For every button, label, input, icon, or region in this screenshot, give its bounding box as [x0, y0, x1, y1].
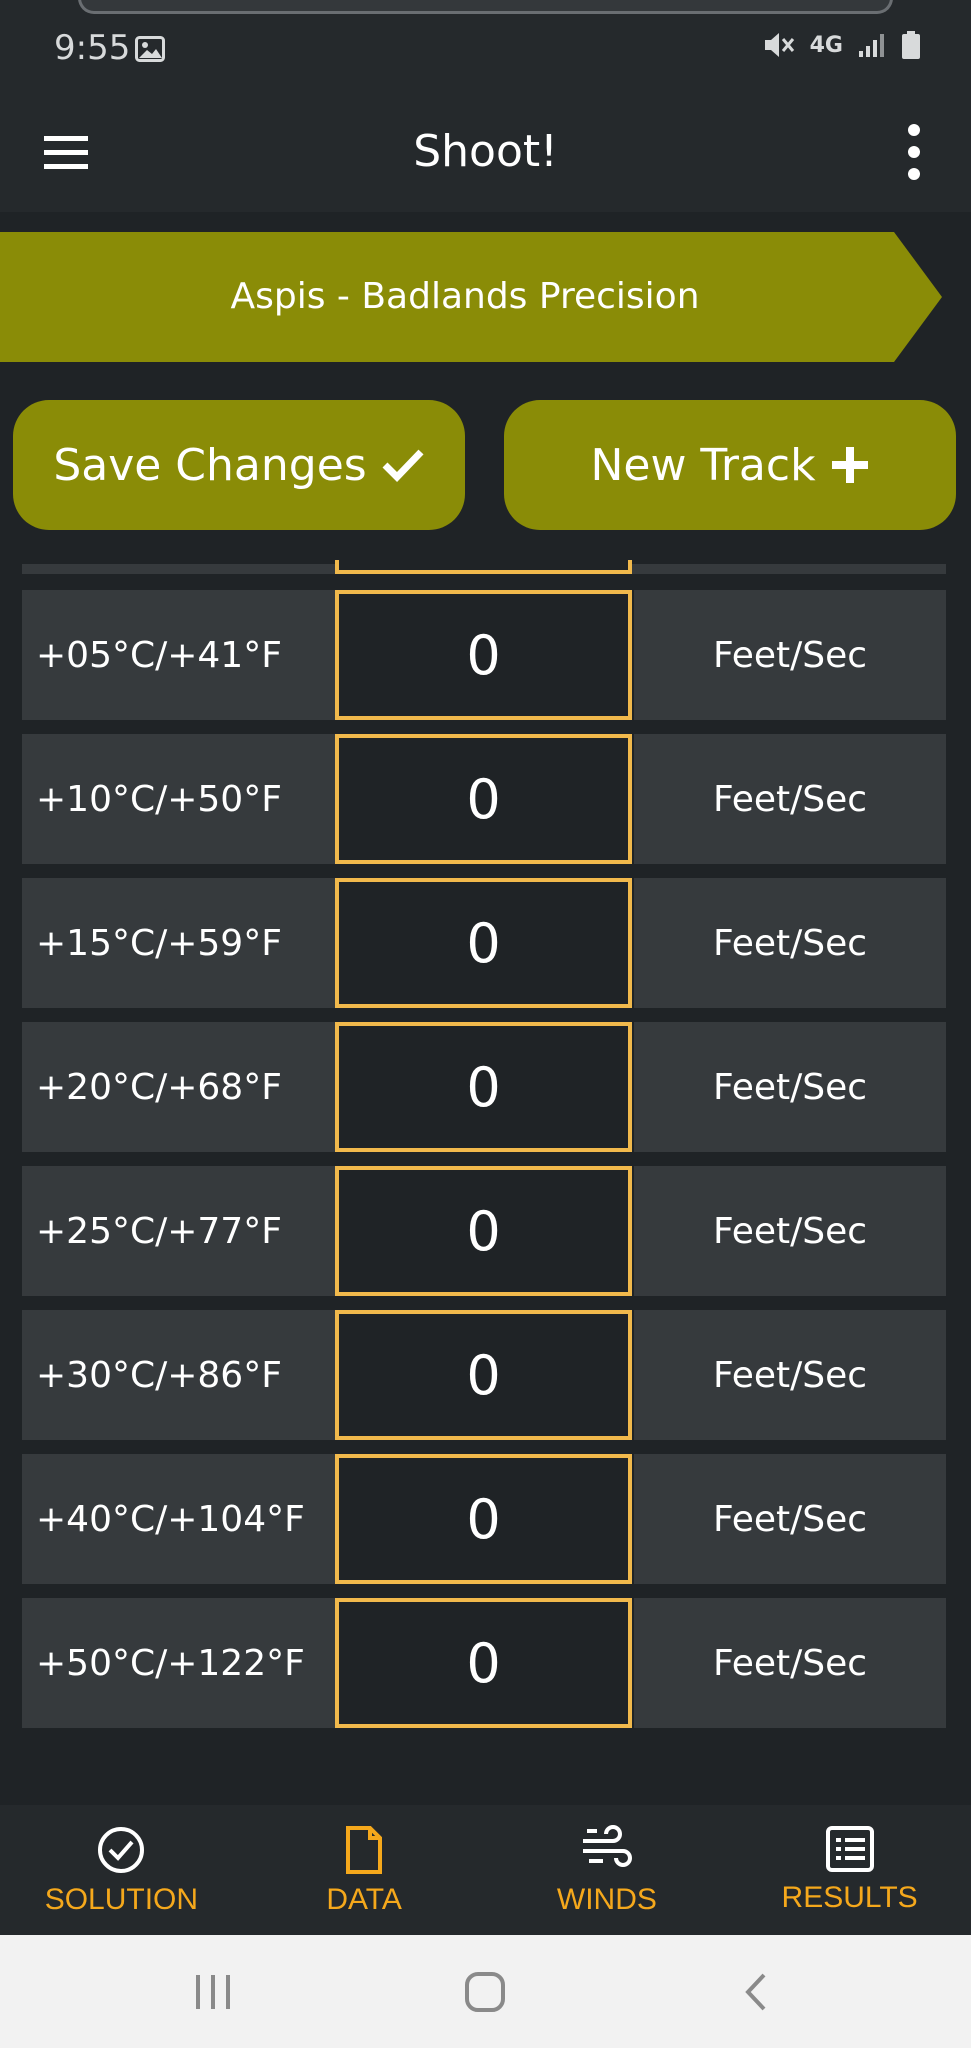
- recent-apps-icon[interactable]: [188, 1967, 238, 2017]
- unit-label: Feet/Sec: [634, 590, 946, 720]
- status-icons: 4G: [762, 30, 921, 60]
- more-options-icon[interactable]: [899, 122, 929, 182]
- unit-label: Feet/Sec: [634, 734, 946, 864]
- table-row: +20°C/+68°F 0 Feet/Sec: [22, 1022, 946, 1152]
- unit-label: Feet/Sec: [634, 1022, 946, 1152]
- nav-label-results: RESULTS: [781, 1881, 918, 1914]
- status-time: 9:55: [54, 28, 131, 68]
- value-input[interactable]: 0: [335, 734, 632, 864]
- table-row: +05°C/+41°F 0 Feet/Sec: [22, 590, 946, 720]
- document-icon: [346, 1826, 383, 1874]
- table-row: +40°C/+104°F 0 Feet/Sec: [22, 1454, 946, 1584]
- track-banner[interactable]: Aspis - Badlands Precision: [0, 232, 942, 362]
- table-row: +10°C/+50°F 0 Feet/Sec: [22, 734, 946, 864]
- temperature-label: +50°C/+122°F: [22, 1598, 335, 1728]
- bottom-navigation: SOLUTION DATA WINDS RESULTS: [0, 1805, 971, 1935]
- new-track-button[interactable]: New Track: [504, 400, 956, 530]
- table-row-partial: [22, 560, 946, 574]
- temperature-label: +10°C/+50°F: [22, 734, 335, 864]
- check-circle-icon: [98, 1827, 145, 1873]
- nav-item-data[interactable]: DATA: [243, 1805, 486, 1935]
- value-input[interactable]: 0: [335, 590, 632, 720]
- temperature-label: +20°C/+68°F: [22, 1022, 335, 1152]
- temperature-label: +40°C/+104°F: [22, 1454, 335, 1584]
- status-pill: [78, 0, 893, 14]
- unit-label: Feet/Sec: [634, 878, 946, 1008]
- new-track-label: New Track: [590, 439, 816, 491]
- nav-item-winds[interactable]: WINDS: [486, 1805, 729, 1935]
- table-row: +50°C/+122°F 0 Feet/Sec: [22, 1598, 946, 1728]
- image-notification-icon: [135, 36, 165, 62]
- table-row: +15°C/+59°F 0 Feet/Sec: [22, 878, 946, 1008]
- value-input-partial[interactable]: [335, 560, 632, 574]
- system-navigation-bar: [0, 1935, 971, 2048]
- temperature-label: +05°C/+41°F: [22, 590, 335, 720]
- save-changes-button[interactable]: Save Changes: [13, 400, 465, 530]
- save-changes-label: Save Changes: [53, 439, 367, 491]
- value-input[interactable]: 0: [335, 1310, 632, 1440]
- nav-label-solution: SOLUTION: [44, 1883, 199, 1916]
- temperature-label: +25°C/+77°F: [22, 1166, 335, 1296]
- value-input[interactable]: 0: [335, 1598, 632, 1728]
- signal-icon: [859, 34, 884, 57]
- unit-label: Feet/Sec: [634, 1598, 946, 1728]
- value-input[interactable]: 0: [335, 1166, 632, 1296]
- value-input[interactable]: 0: [335, 1454, 632, 1584]
- wind-icon: [582, 1825, 632, 1867]
- network-type: 4G: [809, 32, 843, 58]
- temperature-label: +30°C/+86°F: [22, 1310, 335, 1440]
- mute-icon: [764, 33, 794, 57]
- nav-label-winds: WINDS: [556, 1883, 657, 1916]
- checkmark-icon: [382, 449, 424, 483]
- nav-label-data: DATA: [326, 1883, 402, 1916]
- status-bar: 9:55 4G: [0, 0, 971, 100]
- battery-icon: [902, 31, 920, 59]
- back-icon[interactable]: [732, 1967, 782, 2017]
- unit-label: Feet/Sec: [634, 1454, 946, 1584]
- unit-label: Feet/Sec: [634, 1310, 946, 1440]
- app-bar: Shoot!: [0, 100, 971, 212]
- nav-item-results[interactable]: RESULTS: [728, 1805, 971, 1935]
- value-input[interactable]: 0: [335, 878, 632, 1008]
- table-row: +30°C/+86°F 0 Feet/Sec: [22, 1310, 946, 1440]
- track-name: Aspis - Badlands Precision: [230, 276, 700, 317]
- value-input[interactable]: 0: [335, 1022, 632, 1152]
- plus-icon: [831, 447, 868, 483]
- home-icon[interactable]: [460, 1967, 510, 2017]
- temperature-label: +15°C/+59°F: [22, 878, 335, 1008]
- list-icon: [825, 1826, 874, 1872]
- unit-label: Feet/Sec: [634, 1166, 946, 1296]
- temperature-table[interactable]: +05°C/+41°F 0 Feet/Sec +10°C/+50°F 0 Fee…: [0, 560, 971, 1805]
- app-title: Shoot!: [413, 126, 558, 177]
- table-row: +25°C/+77°F 0 Feet/Sec: [22, 1166, 946, 1296]
- nav-item-solution[interactable]: SOLUTION: [0, 1805, 243, 1935]
